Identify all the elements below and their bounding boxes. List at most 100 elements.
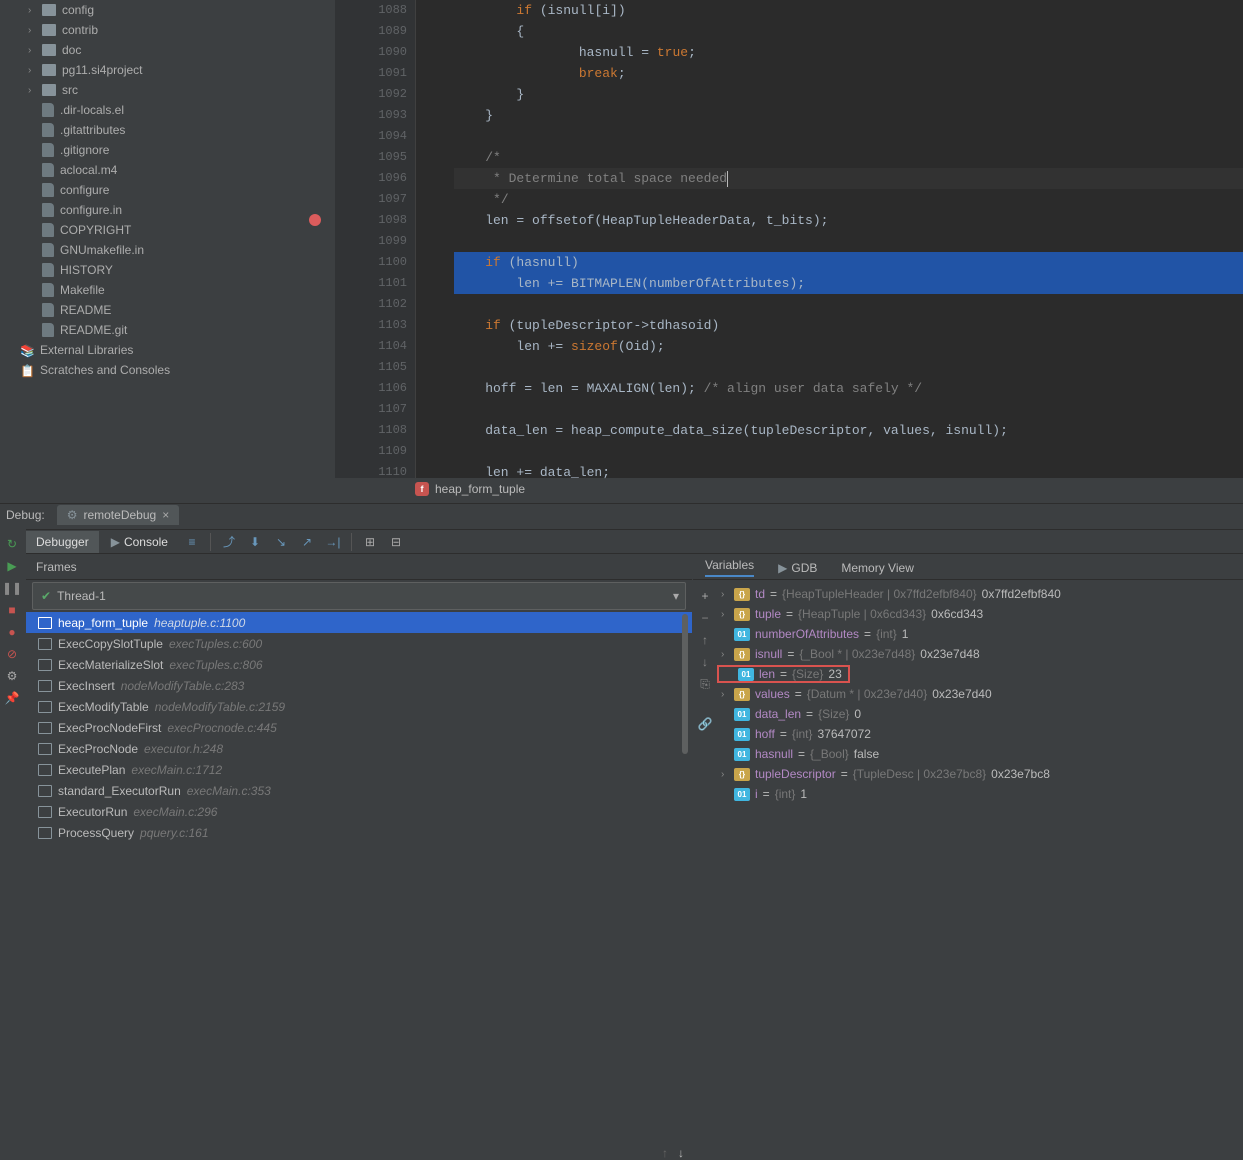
external-libraries[interactable]: 📚 External Libraries bbox=[18, 340, 334, 360]
settings-icon[interactable]: ⚙ bbox=[3, 667, 21, 685]
breakpoint-icon[interactable] bbox=[309, 214, 321, 226]
code-line[interactable]: } bbox=[454, 84, 1243, 105]
mute-breakpoints-icon[interactable]: ⊘ bbox=[3, 645, 21, 663]
tree-folder[interactable]: ›doc bbox=[18, 40, 334, 60]
variable-row[interactable]: 01hasnull = {_Bool} false bbox=[721, 744, 1235, 764]
add-watch-icon[interactable]: + bbox=[697, 588, 713, 604]
evaluate-icon[interactable]: ⊞ bbox=[362, 534, 378, 550]
variable-row[interactable]: 01numberOfAttributes = {int} 1 bbox=[721, 624, 1235, 644]
tree-file[interactable]: configure.in bbox=[18, 200, 334, 220]
trace-icon[interactable]: ⊟ bbox=[388, 534, 404, 550]
tree-file[interactable]: Makefile bbox=[18, 280, 334, 300]
code-line[interactable]: /* bbox=[454, 147, 1243, 168]
gutter-line[interactable]: 1098 bbox=[335, 210, 407, 231]
variable-row[interactable]: ›{}td = {HeapTupleHeader | 0x7ffd2efbf84… bbox=[721, 584, 1235, 604]
variable-row[interactable]: ›{}tupleDescriptor = {TupleDesc | 0x23e7… bbox=[721, 764, 1235, 784]
code-line[interactable] bbox=[454, 357, 1243, 378]
debugger-tab[interactable]: Debugger bbox=[26, 531, 99, 553]
frame-down-icon[interactable]: ↓ bbox=[678, 1146, 684, 1160]
gutter-line[interactable]: 1088 bbox=[335, 0, 407, 21]
frame-item[interactable]: heap_form_tuple heaptuple.c:1100 bbox=[26, 612, 692, 633]
remove-watch-icon[interactable]: − bbox=[697, 610, 713, 626]
variable-row[interactable]: 01len = {Size} 23 bbox=[721, 664, 1235, 684]
up-icon[interactable]: ↑ bbox=[697, 632, 713, 648]
gutter-line[interactable]: 1110 bbox=[335, 462, 407, 483]
tree-file[interactable]: aclocal.m4 bbox=[18, 160, 334, 180]
memory-tab[interactable]: Memory View bbox=[841, 561, 913, 575]
console-tab[interactable]: ▶Console bbox=[101, 531, 178, 553]
code-line[interactable]: hasnull = true; bbox=[454, 42, 1243, 63]
code-line[interactable] bbox=[454, 399, 1243, 420]
scrollbar[interactable] bbox=[682, 614, 688, 754]
tree-folder[interactable]: ›pg11.si4project bbox=[18, 60, 334, 80]
frame-item[interactable]: ExecInsert nodeModifyTable.c:283 bbox=[26, 675, 692, 696]
scratches-consoles[interactable]: 📋 Scratches and Consoles bbox=[18, 360, 334, 380]
tree-folder[interactable]: ›config bbox=[18, 0, 334, 20]
tree-file[interactable]: README bbox=[18, 300, 334, 320]
gutter-line[interactable]: 1103 bbox=[335, 315, 407, 336]
variable-row[interactable]: 01hoff = {int} 37647072 bbox=[721, 724, 1235, 744]
view-breakpoints-icon[interactable]: ● bbox=[3, 623, 21, 641]
variable-row[interactable]: 01i = {int} 1 bbox=[721, 784, 1235, 804]
chevron-right-icon[interactable]: › bbox=[721, 609, 729, 620]
frame-item[interactable]: ProcessQuery pquery.c:161 bbox=[26, 822, 692, 843]
gutter-line[interactable]: 1107 bbox=[335, 399, 407, 420]
link-icon[interactable]: 🔗 bbox=[697, 716, 713, 732]
code-line[interactable]: */ bbox=[454, 189, 1243, 210]
variable-row[interactable]: ›{}isnull = {_Bool * | 0x23e7d48} 0x23e7… bbox=[721, 644, 1235, 664]
gutter-line[interactable]: 1096 bbox=[335, 168, 407, 189]
editor-code[interactable]: if (isnull[i]) { hasnull = true; break; … bbox=[416, 0, 1243, 478]
pin-icon[interactable]: 📌 bbox=[3, 689, 21, 707]
code-line[interactable]: if (isnull[i]) bbox=[454, 0, 1243, 21]
gutter-line[interactable]: 1104 bbox=[335, 336, 407, 357]
threads-icon[interactable]: ≡ bbox=[184, 534, 200, 550]
code-line[interactable]: if (tupleDescriptor->tdhasoid) bbox=[454, 315, 1243, 336]
variable-row[interactable]: 01data_len = {Size} 0 bbox=[721, 704, 1235, 724]
code-line[interactable]: len += BITMAPLEN(numberOfAttributes); bbox=[454, 273, 1243, 294]
code-line[interactable]: { bbox=[454, 21, 1243, 42]
code-line[interactable]: } bbox=[454, 105, 1243, 126]
code-line[interactable] bbox=[454, 294, 1243, 315]
project-tree[interactable]: ›config›contrib›doc›pg11.si4project›src … bbox=[18, 0, 334, 480]
frame-item[interactable]: ExecCopySlotTuple execTuples.c:600 bbox=[26, 633, 692, 654]
resume-icon[interactable]: ▶ bbox=[3, 557, 21, 575]
code-line[interactable] bbox=[454, 441, 1243, 462]
step-out-icon[interactable]: ↗ bbox=[299, 534, 315, 550]
gutter-line[interactable]: 1093 bbox=[335, 105, 407, 126]
gutter-line[interactable]: 1108 bbox=[335, 420, 407, 441]
code-line[interactable]: data_len = heap_compute_data_size(tupleD… bbox=[454, 420, 1243, 441]
close-icon[interactable]: × bbox=[162, 508, 169, 522]
variable-row[interactable]: ›{}values = {Datum * | 0x23e7d40} 0x23e7… bbox=[721, 684, 1235, 704]
step-into-icon[interactable]: ↘ bbox=[273, 534, 289, 550]
show-execution-icon[interactable]: ⤴ bbox=[221, 534, 237, 550]
frame-item[interactable]: ExecutorRun execMain.c:296 bbox=[26, 801, 692, 822]
code-editor[interactable]: 1088108910901091109210931094109510961097… bbox=[335, 0, 1243, 478]
tree-folder[interactable]: ›src bbox=[18, 80, 334, 100]
gutter-line[interactable]: 1109 bbox=[335, 441, 407, 462]
tree-file[interactable]: GNUmakefile.in bbox=[18, 240, 334, 260]
frame-item[interactable]: ExecutePlan execMain.c:1712 bbox=[26, 759, 692, 780]
gutter-line[interactable]: 1099 bbox=[335, 231, 407, 252]
stop-icon[interactable]: ■ bbox=[3, 601, 21, 619]
gutter-line[interactable]: 1091 bbox=[335, 63, 407, 84]
gutter-line[interactable]: 1092 bbox=[335, 84, 407, 105]
code-line[interactable]: len += data_len; bbox=[454, 462, 1243, 483]
gutter-line[interactable]: 1097 bbox=[335, 189, 407, 210]
chevron-right-icon[interactable]: › bbox=[721, 589, 729, 600]
tree-file[interactable]: HISTORY bbox=[18, 260, 334, 280]
gutter-line[interactable]: 1101 bbox=[335, 273, 407, 294]
gdb-tab[interactable]: ▶GDB bbox=[778, 561, 817, 575]
gutter-line[interactable]: 1105 bbox=[335, 357, 407, 378]
tree-file[interactable]: .dir-locals.el bbox=[18, 100, 334, 120]
step-over-icon[interactable]: ⬇ bbox=[247, 534, 263, 550]
debug-config-tab[interactable]: ⚙ remoteDebug × bbox=[57, 505, 180, 525]
code-line[interactable] bbox=[454, 126, 1243, 147]
frame-item[interactable]: ExecMaterializeSlot execTuples.c:806 bbox=[26, 654, 692, 675]
frame-item[interactable]: ExecModifyTable nodeModifyTable.c:2159 bbox=[26, 696, 692, 717]
variable-row[interactable]: ›{}tuple = {HeapTuple | 0x6cd343} 0x6cd3… bbox=[721, 604, 1235, 624]
tree-file[interactable]: README.git bbox=[18, 320, 334, 340]
frame-item[interactable]: standard_ExecutorRun execMain.c:353 bbox=[26, 780, 692, 801]
code-line[interactable]: if (hasnull) bbox=[454, 252, 1243, 273]
code-line[interactable]: len += sizeof(Oid); bbox=[454, 336, 1243, 357]
code-line[interactable]: break; bbox=[454, 63, 1243, 84]
